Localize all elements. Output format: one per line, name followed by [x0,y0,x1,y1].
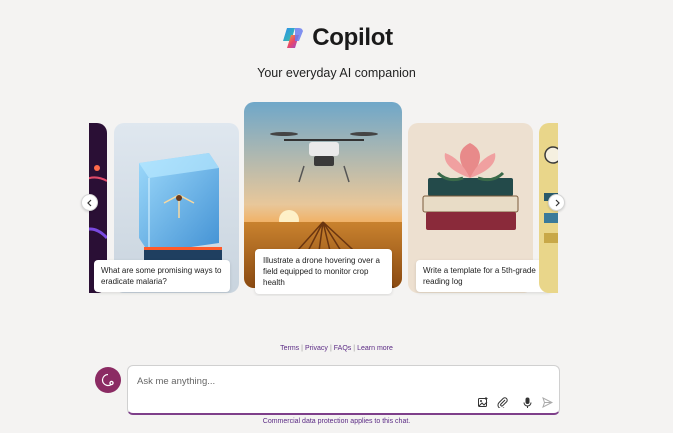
separator: | [353,345,356,352]
new-topic-icon [101,373,114,387]
notice-text: applies to this chat. [348,418,411,425]
chat-composer [127,365,560,415]
send-icon [541,396,553,408]
suggestion-carousel: What are some promising ways to eradicat… [89,102,558,296]
separator: | [329,345,332,352]
chevron-left-icon [86,199,91,206]
carousel-next-button[interactable] [548,194,565,211]
faqs-link[interactable]: FAQs [334,345,352,352]
separator: | [301,345,303,352]
tagline: Your everyday AI companion [257,66,416,80]
image-insert-button[interactable] [477,396,489,408]
footer-links: Terms | Privacy | FAQs | Learn more [0,345,673,352]
microphone-button[interactable] [521,396,533,408]
send-button[interactable] [541,396,553,408]
card-caption: Write a template for a 5th-grade reading… [416,260,552,292]
microphone-icon [523,397,531,408]
data-protection-notice: Commercial data protection applies to th… [0,418,673,425]
card-caption: What are some promising ways to eradicat… [94,260,230,292]
learn-more-link[interactable]: Learn more [357,345,393,352]
brand: Copilot [280,24,393,52]
card-caption: Illustrate a drone hovering over a field… [255,249,392,294]
header: Copilot Your everyday AI companion [0,24,673,80]
chevron-right-icon [555,199,560,206]
new-topic-button[interactable] [95,367,121,393]
attach-button[interactable] [496,396,508,408]
copilot-logo-icon [283,28,304,48]
brand-name: Copilot [312,24,393,51]
terms-link[interactable]: Terms [280,345,299,352]
paperclip-icon [496,396,508,408]
data-protection-link[interactable]: Commercial data protection [263,418,349,425]
chat-input[interactable] [137,373,537,389]
carousel-prev-button[interactable] [81,194,98,211]
privacy-link[interactable]: Privacy [305,345,328,352]
image-insert-icon [477,396,487,407]
